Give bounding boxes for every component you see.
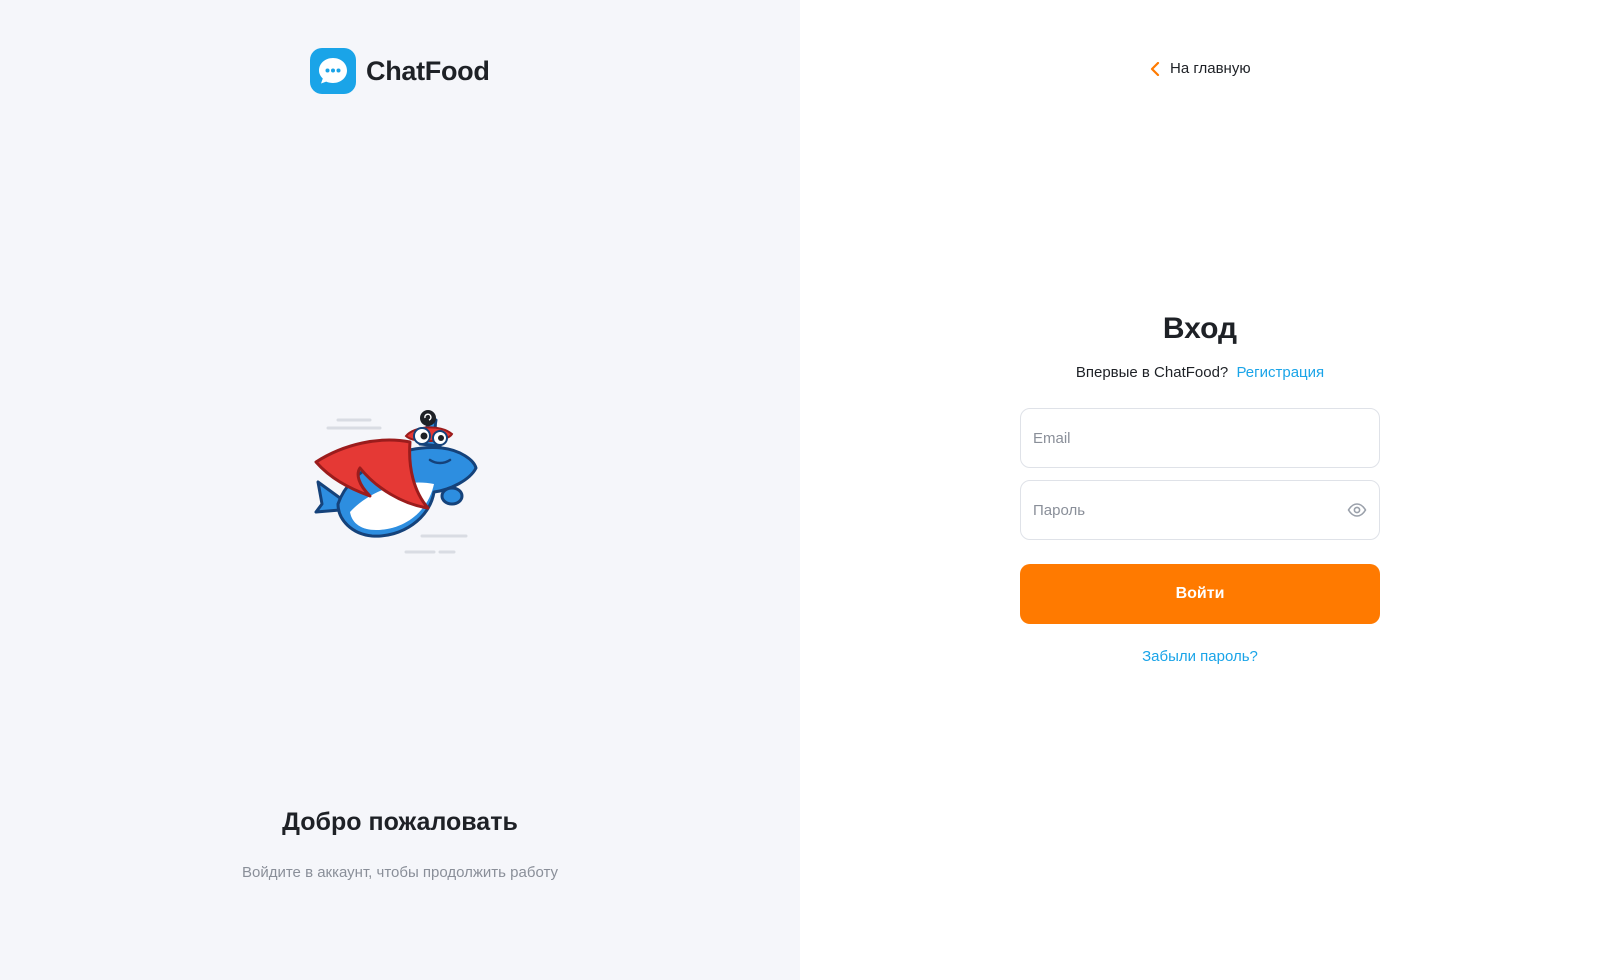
login-page: ChatFood Добро пожаловать Войдите в акка… — [0, 0, 1600, 980]
login-panel: На главную Вход Впервые в ChatFood? Реги… — [800, 0, 1600, 980]
welcome-panel: ChatFood Добро пожаловать Войдите в акка… — [0, 0, 800, 980]
shark-mascot-illustration — [314, 410, 478, 554]
brand-logo[interactable]: ChatFood — [310, 48, 490, 94]
login-button[interactable]: Войти — [1020, 564, 1380, 624]
welcome-subtitle: Войдите в аккаунт, чтобы продолжить рабо… — [242, 864, 558, 881]
register-link[interactable]: Регистрация — [1236, 364, 1324, 381]
forgot-password-link[interactable]: Забыли пароль? — [800, 648, 1600, 665]
brand-name: ChatFood — [366, 55, 490, 86]
chat-bubble-icon — [310, 48, 356, 94]
eye-icon[interactable] — [1347, 503, 1367, 517]
register-prompt: Впервые в ChatFood? Регистрация — [800, 364, 1600, 381]
login-title: Вход — [1162, 312, 1238, 345]
back-link-label: На главную — [1170, 60, 1251, 77]
email-field[interactable] — [1020, 408, 1380, 468]
chevron-left-icon — [1150, 61, 1160, 76]
email-input[interactable] — [1033, 429, 1367, 447]
password-input[interactable] — [1033, 501, 1339, 519]
welcome-title: Добро пожаловать — [282, 808, 518, 836]
password-field[interactable] — [1020, 480, 1380, 540]
first-time-text: Впервые в ChatFood? — [1075, 364, 1229, 381]
back-to-home-link[interactable]: На главную — [1150, 60, 1251, 77]
